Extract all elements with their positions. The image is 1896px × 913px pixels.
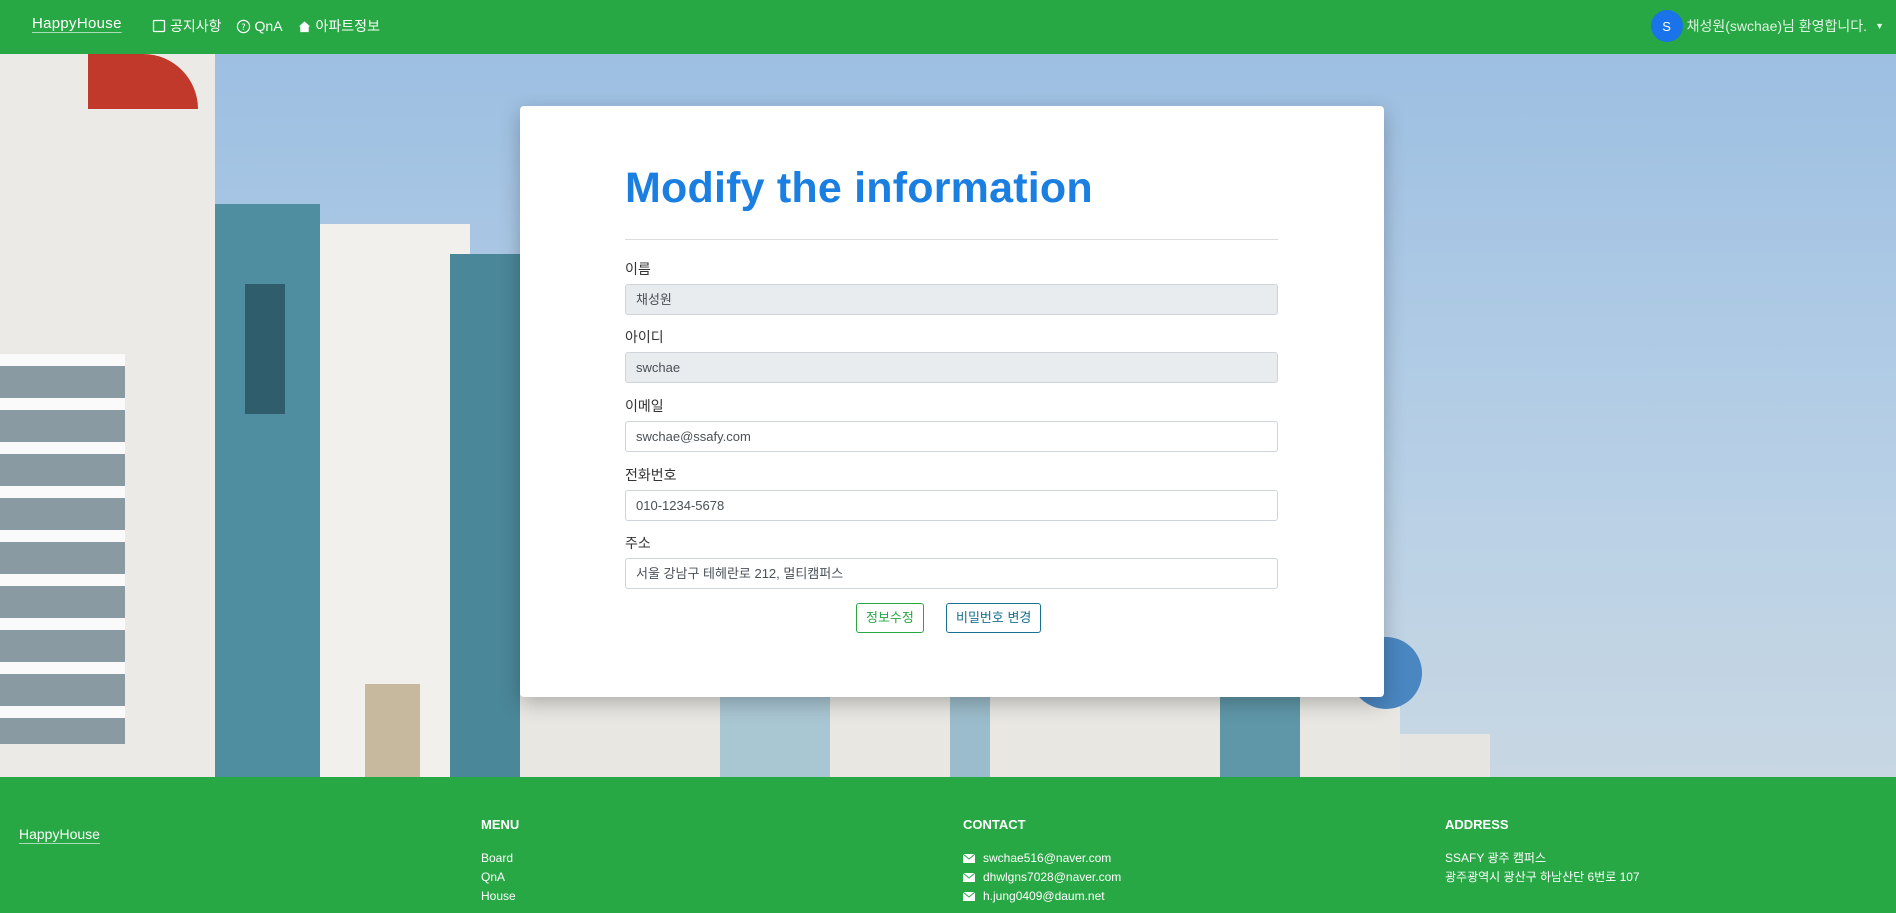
building-image — [720, 694, 830, 777]
footer-brand-logo[interactable]: HappyHouse — [19, 826, 100, 842]
contact-email: dhwlgns7028@naver.com — [983, 870, 1122, 884]
brand-logo[interactable]: HappyHouse — [32, 15, 122, 32]
question-circle-icon: ? — [236, 19, 250, 33]
avatar[interactable]: S — [1650, 10, 1683, 42]
caret-down-icon: ▼ — [1875, 21, 1884, 31]
user-dropdown[interactable]: S 채성원(swchae)님 환영합니다. ▼ — [1650, 10, 1884, 42]
house-icon — [298, 20, 310, 32]
contact-email-item[interactable]: swchae516@naver.com — [963, 849, 1121, 868]
address-label: 주소 — [625, 535, 651, 551]
nav-menu: 공지사항 ? QnA 아파트정보 — [152, 16, 380, 36]
contact-email: swchae516@naver.com — [983, 851, 1112, 865]
building-image — [450, 254, 520, 777]
address-line: 광주광역시 광산구 하남산단 6번로 107 — [1445, 870, 1640, 884]
contact-email-item[interactable]: h.jung0409@daum.net — [963, 887, 1121, 906]
nav-item-label: 공지사항 — [170, 18, 222, 34]
nav-item-label: 아파트정보 — [315, 18, 380, 34]
email-label: 이메일 — [625, 398, 664, 414]
footer-link-board[interactable]: Board — [481, 849, 519, 868]
email-field[interactable]: swchae@ssafy.com — [625, 421, 1278, 452]
footer-address-heading: ADDRESS — [1445, 817, 1509, 832]
footer-contact: CONTACT swchae516@naver.com dhwlgns7028@… — [963, 817, 1121, 906]
nav-item-label: QnA — [254, 18, 283, 34]
top-navbar: HappyHouse 공지사항 ? QnA 아파트정보 S 채성원(swchae… — [0, 0, 1896, 54]
address-field[interactable]: 서울 강남구 테헤란로 212, 멀티캠퍼스 — [625, 558, 1278, 589]
notice-square-icon — [152, 19, 166, 33]
modify-info-button[interactable]: 정보수정 — [856, 603, 924, 633]
contact-email: h.jung0409@daum.net — [983, 889, 1105, 903]
contact-email-item[interactable]: dhwlgns7028@naver.com — [963, 868, 1121, 887]
building-image — [245, 284, 285, 414]
window-image — [365, 684, 420, 777]
building-image — [950, 694, 990, 777]
id-field[interactable]: swchae — [625, 352, 1278, 383]
building-image — [1400, 734, 1490, 777]
footer-contact-heading: CONTACT — [963, 817, 1026, 832]
divider — [625, 239, 1278, 240]
footer-address: ADDRESS SSAFY 광주 캠퍼스 광주광역시 광산구 하남산단 6번로 … — [1445, 817, 1640, 887]
svg-text:?: ? — [241, 21, 245, 31]
id-label: 아이디 — [625, 329, 664, 345]
footer-link-qna[interactable]: QnA — [481, 868, 519, 887]
window-image — [0, 354, 125, 744]
footer-menu-heading: MENU — [481, 817, 520, 832]
envelope-icon — [963, 892, 975, 901]
nav-item-apartment[interactable]: 아파트정보 — [297, 16, 380, 36]
footer: HappyHouse MENU Board QnA House CONTACT … — [0, 777, 1896, 913]
nav-item-notice[interactable]: 공지사항 — [152, 16, 222, 36]
nav-item-qna[interactable]: ? QnA — [236, 16, 283, 36]
footer-menu: MENU Board QnA House — [481, 817, 519, 906]
page-title: Modify the information — [625, 164, 1093, 212]
phone-label: 전화번호 — [625, 467, 677, 483]
envelope-icon — [963, 873, 975, 882]
name-label: 이름 — [625, 261, 651, 277]
modify-info-card: Modify the information 이름 채성원 아이디 swchae… — [520, 106, 1384, 697]
name-field[interactable]: 채성원 — [625, 284, 1278, 315]
welcome-text: 채성원(swchae)님 환영합니다. — [1686, 18, 1868, 34]
footer-link-house[interactable]: House — [481, 887, 519, 906]
envelope-icon — [963, 854, 975, 863]
change-password-button[interactable]: 비밀번호 변경 — [946, 603, 1042, 633]
address-line: SSAFY 광주 캠퍼스 — [1445, 851, 1546, 865]
phone-field[interactable]: 010-1234-5678 — [625, 490, 1278, 521]
building-image — [1220, 694, 1300, 777]
